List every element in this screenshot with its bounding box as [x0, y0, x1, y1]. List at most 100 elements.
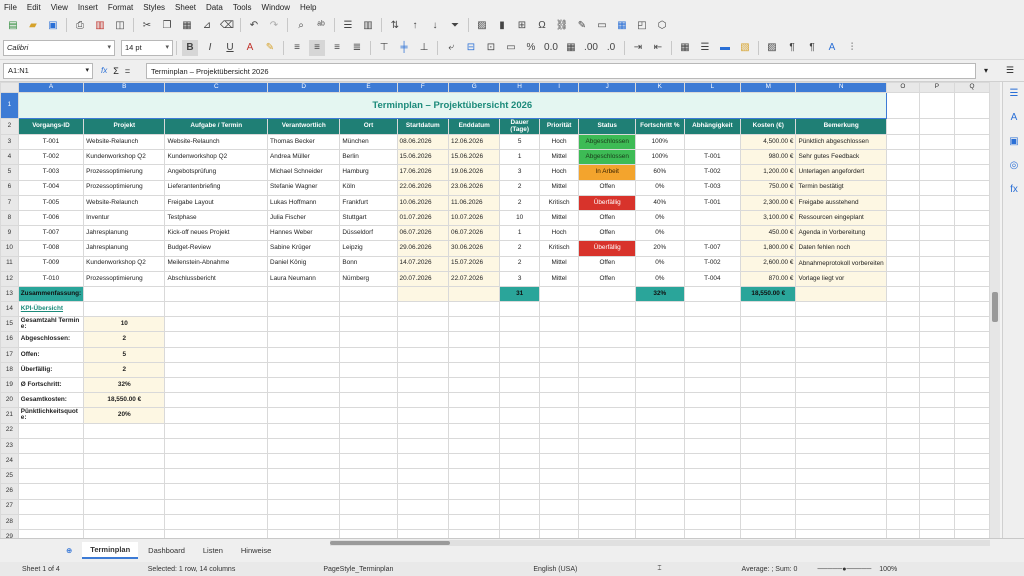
cell[interactable]: [448, 498, 501, 515]
cell[interactable]: Überfällig: [578, 240, 637, 257]
cell[interactable]: [267, 376, 341, 394]
table-header-cell[interactable]: Dauer (Tage): [499, 118, 540, 135]
cell[interactable]: [267, 437, 341, 454]
cell[interactable]: [635, 331, 685, 348]
cell[interactable]: [683, 392, 742, 409]
cell[interactable]: T-010: [17, 270, 85, 287]
cell[interactable]: T-001: [683, 194, 742, 211]
cell[interactable]: [448, 316, 501, 333]
row-header[interactable]: 28: [0, 513, 19, 530]
cell[interactable]: [396, 346, 450, 363]
cell[interactable]: Leipzig: [339, 240, 398, 257]
row-header[interactable]: 18: [0, 361, 19, 379]
menu-styles[interactable]: Styles: [143, 3, 165, 12]
cell[interactable]: [740, 468, 797, 485]
cell[interactable]: [953, 164, 990, 181]
functions-icon[interactable]: fx: [1007, 184, 1021, 198]
cell[interactable]: Jahresplanung: [83, 225, 166, 242]
conditional-format-icon[interactable]: ▨: [764, 40, 780, 56]
cell[interactable]: 22.06.2026: [396, 179, 450, 196]
cell[interactable]: [683, 133, 742, 151]
cell[interactable]: [538, 437, 580, 454]
cell[interactable]: Kick-off neues Projekt: [164, 225, 269, 242]
cell[interactable]: T-004: [17, 179, 85, 196]
cell[interactable]: [918, 133, 955, 151]
cell[interactable]: [683, 346, 742, 363]
cell[interactable]: [339, 498, 398, 515]
cell[interactable]: 980.00 €: [740, 149, 797, 166]
cell[interactable]: [339, 392, 398, 409]
cell[interactable]: [740, 422, 797, 439]
cell[interactable]: [740, 346, 797, 363]
cell[interactable]: [339, 437, 398, 454]
cell[interactable]: [164, 468, 269, 485]
cell[interactable]: [267, 361, 341, 379]
column-header-h[interactable]: H: [499, 82, 540, 93]
cell[interactable]: Offen: [578, 209, 637, 227]
cell[interactable]: 3,100.00 €: [740, 209, 797, 227]
hyperlink-icon[interactable]: ⛓: [554, 17, 570, 33]
sort-icon[interactable]: ⇅: [387, 17, 403, 33]
row-header[interactable]: 19: [0, 376, 19, 394]
cell[interactable]: [448, 468, 501, 485]
table-header-cell[interactable]: Enddatum: [448, 118, 501, 135]
sum-icon[interactable]: Σ: [113, 66, 119, 76]
cut-icon[interactable]: ✂: [139, 17, 155, 33]
italic-icon[interactable]: I: [202, 40, 218, 56]
cell[interactable]: [918, 316, 955, 333]
comment-icon[interactable]: ✎: [574, 17, 590, 33]
cell[interactable]: Mittel: [538, 209, 580, 227]
table-header-cell[interactable]: Kosten (€): [740, 118, 797, 135]
format-as-number-icon[interactable]: 0.0: [543, 40, 559, 56]
cell[interactable]: [164, 513, 269, 530]
cell[interactable]: Inventur: [83, 209, 166, 227]
spelling-icon[interactable]: ᵃᵇ: [313, 17, 329, 33]
cell[interactable]: Prozessoptimierung: [83, 164, 166, 181]
menu-window[interactable]: Window: [262, 3, 290, 12]
tab-hinweise[interactable]: Hinweise: [233, 543, 279, 558]
cell[interactable]: 23.06.2026: [448, 179, 501, 196]
cell[interactable]: [635, 376, 685, 394]
row-header[interactable]: 22: [0, 422, 19, 439]
cell[interactable]: [795, 422, 887, 439]
wrap-text-icon[interactable]: ⤶: [443, 40, 459, 56]
cell[interactable]: [740, 498, 797, 515]
cell[interactable]: [339, 452, 398, 470]
cell[interactable]: [885, 452, 920, 470]
cell[interactable]: [918, 149, 955, 166]
cell[interactable]: [17, 468, 85, 485]
cell[interactable]: [953, 270, 990, 287]
cell[interactable]: [953, 407, 990, 424]
cell[interactable]: Hamburg: [339, 164, 398, 181]
cell[interactable]: [918, 240, 955, 257]
cell[interactable]: 2,600.00 €: [740, 255, 797, 272]
cell[interactable]: [339, 528, 398, 538]
cell[interactable]: [885, 179, 920, 196]
cell[interactable]: [740, 513, 797, 530]
cell[interactable]: [683, 528, 742, 538]
cell[interactable]: [499, 392, 540, 409]
kpi-value[interactable]: 10: [83, 316, 166, 333]
sort-descending-icon[interactable]: ↓: [427, 17, 443, 33]
cell[interactable]: Angebotsprüfung: [164, 164, 269, 181]
cell[interactable]: [396, 437, 450, 454]
cell[interactable]: [740, 528, 797, 538]
cell[interactable]: 1: [499, 149, 540, 166]
table-header-cell[interactable]: Ort: [339, 118, 398, 135]
borders-icon[interactable]: ▦: [677, 40, 693, 56]
cell[interactable]: [918, 285, 955, 303]
cell[interactable]: [885, 528, 920, 538]
cell[interactable]: [635, 483, 685, 500]
table-header-cell[interactable]: Status: [578, 118, 637, 135]
new-document-icon[interactable]: ▤: [5, 17, 21, 33]
cell[interactable]: [740, 437, 797, 454]
cell[interactable]: [83, 513, 166, 530]
cell[interactable]: [164, 498, 269, 515]
cell[interactable]: 450.00 €: [740, 225, 797, 242]
cell[interactable]: 1,800.00 €: [740, 240, 797, 257]
cell[interactable]: [918, 346, 955, 363]
column-header-o[interactable]: O: [885, 82, 920, 93]
kpi-value[interactable]: 5: [83, 346, 166, 363]
cell[interactable]: [339, 316, 398, 333]
cell[interactable]: [953, 376, 990, 394]
